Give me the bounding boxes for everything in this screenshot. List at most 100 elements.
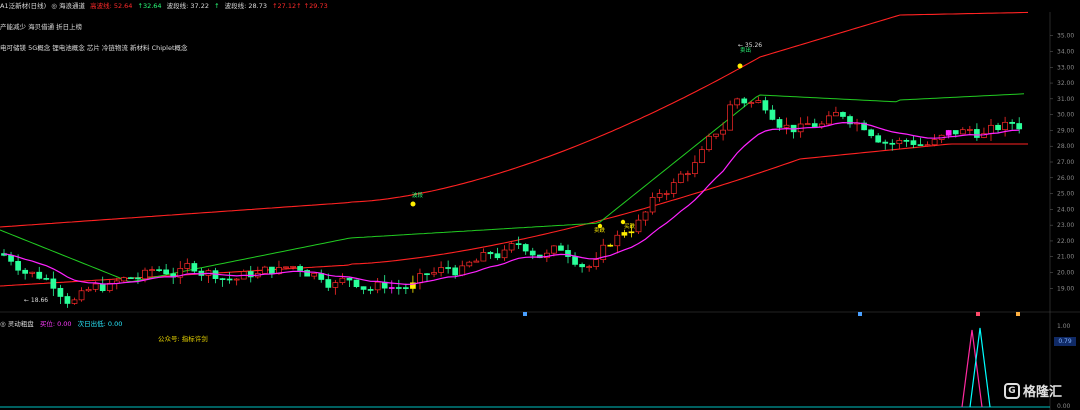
candle [135, 277, 141, 280]
price-tick-label: 27.00 [1057, 159, 1074, 166]
event-marker [976, 312, 980, 316]
event-marker [523, 312, 527, 316]
candle [910, 140, 917, 145]
candle [431, 272, 437, 275]
candle [734, 98, 741, 106]
indicator-item: 次日出低: 0.00 [77, 320, 123, 328]
price-tick-label: 25.00 [1057, 191, 1074, 198]
candle [452, 267, 459, 276]
candle [367, 289, 374, 291]
signal-dot [597, 223, 603, 229]
candle [579, 264, 585, 268]
candle [219, 278, 226, 280]
candle [92, 283, 99, 290]
candle [988, 124, 994, 135]
candlestick-series[interactable] [1, 96, 1023, 308]
candle [184, 263, 191, 269]
stock-tagline: 产能减少 海贝借通 折日上榜 [0, 23, 83, 31]
price-tick-label: 31.00 [1057, 96, 1074, 103]
signal-dot [410, 201, 416, 207]
signal-dot [620, 219, 626, 225]
candle [642, 211, 649, 221]
candle [924, 144, 931, 147]
header-item: 波段线: 37.22 [166, 2, 210, 10]
candle [966, 129, 973, 131]
candle [388, 287, 395, 289]
candle [22, 269, 28, 274]
candle [262, 266, 268, 274]
price-tick-label: 24.00 [1057, 206, 1074, 213]
candle [438, 267, 444, 273]
candle [332, 282, 339, 288]
candle [311, 272, 318, 277]
price-tick-label: 21.00 [1057, 254, 1074, 261]
candle [149, 269, 155, 272]
candle [466, 261, 473, 267]
candle [783, 124, 790, 128]
candle [29, 271, 36, 274]
candle [156, 269, 162, 272]
chart-canvas[interactable]: 35.00 34.00 33.00 32.00 31.00 30.00 29.00 28.00… [0, 0, 1080, 410]
candle [840, 112, 846, 117]
candle [480, 252, 487, 262]
candle [50, 278, 57, 289]
indicator-name[interactable]: ◎ 海浪通道 [51, 2, 85, 10]
candle [494, 253, 501, 259]
signal-label: 波段 [412, 191, 424, 199]
stock-title[interactable]: A1泛新材(日线) [0, 2, 46, 10]
candle [346, 277, 353, 281]
signal-dot [737, 63, 743, 69]
logo-icon: G [1004, 382, 1020, 399]
candle [395, 287, 402, 289]
candle [353, 279, 360, 288]
candle [903, 140, 910, 142]
candle [36, 271, 43, 279]
indicator-tick-label: 1.00 [1057, 323, 1071, 330]
candle [868, 129, 875, 137]
price-tick-label: 26.00 [1057, 175, 1074, 182]
header-item: ↑32.64 [137, 2, 162, 10]
candle [607, 244, 614, 247]
candle [99, 283, 106, 291]
candle [727, 104, 734, 131]
candle [776, 119, 783, 128]
indicator-panel-plot: 1.000.790.00 [523, 312, 1071, 410]
candle [741, 98, 748, 104]
moving-average-line [3, 121, 1020, 286]
indicator-tick-label: 0.00 [1057, 403, 1071, 410]
candle [424, 273, 430, 276]
candle [8, 254, 14, 262]
candle [952, 130, 959, 135]
event-marker [858, 312, 862, 316]
candle [43, 278, 50, 280]
price-tick-label: 22.00 [1057, 238, 1074, 245]
indicator-title[interactable]: ◎ 灵动粗盘 [0, 320, 34, 328]
signal-label: 卖出 [740, 46, 751, 54]
candle [522, 244, 529, 252]
candle [233, 278, 240, 281]
candle [1016, 123, 1023, 130]
price-axis: 35.00 34.00 33.00 32.00 31.00 30.00 29.00 28.00… [1050, 33, 1074, 292]
mid-line [0, 93, 1025, 283]
candle [677, 173, 684, 183]
candle [558, 245, 564, 251]
price-tick-label: 30.00 [1057, 112, 1074, 119]
price-tick-label: 35.00 [1057, 33, 1074, 40]
candle [614, 234, 621, 247]
candle [403, 287, 409, 289]
concept-tags[interactable]: 电可储镁 5G概念 锂电池概念 芯片 冷链物流 新材料 Chiplet概念 [0, 42, 188, 52]
candle [974, 129, 980, 138]
candle [713, 133, 719, 137]
candle [360, 286, 367, 290]
candle [811, 123, 818, 127]
candle [833, 112, 839, 117]
candle [684, 173, 691, 176]
candle [804, 123, 811, 125]
candle [1002, 121, 1008, 131]
candle [825, 115, 832, 125]
low-price-label: ← 18.66 [24, 297, 48, 304]
candle [551, 245, 557, 254]
candle [325, 279, 332, 288]
signal-label: 买跌 [624, 222, 636, 230]
price-tick-label: 19.00 [1057, 285, 1074, 292]
